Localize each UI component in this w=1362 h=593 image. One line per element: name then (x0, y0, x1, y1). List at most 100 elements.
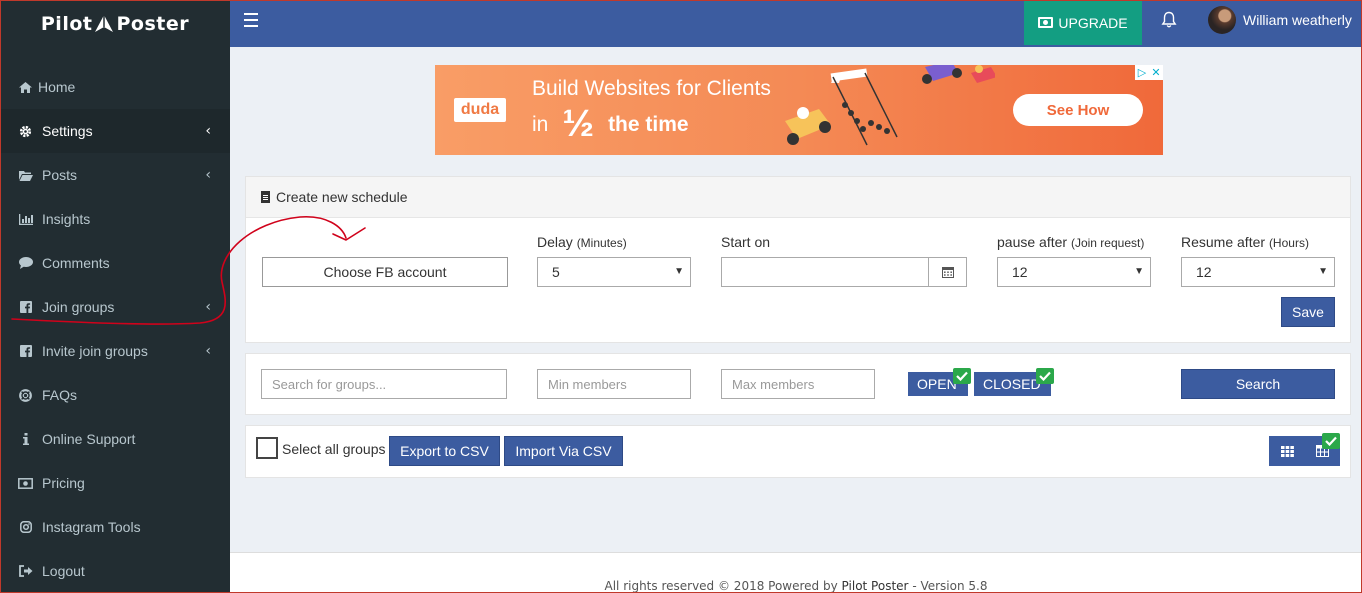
footer-version: - Version 5.8 (912, 579, 988, 593)
go-kart-illustration (785, 65, 995, 146)
search-button[interactable]: Search (1181, 369, 1335, 399)
sidebar-item-label: Logout (42, 563, 85, 579)
sidebar-item-logout[interactable]: Logout (0, 549, 230, 593)
pause-after-select[interactable]: 12 ▼ (997, 257, 1151, 287)
create-schedule-panel: Create new schedule Choose FB account De… (245, 176, 1351, 343)
check-icon (953, 368, 971, 384)
ad-headline: Build Websites for Clients (532, 77, 771, 100)
ad-choices[interactable]: ▷ ✕ (1135, 65, 1163, 80)
sidebar-item-home[interactable]: Home (0, 65, 230, 109)
resume-unit: (Hours) (1268, 236, 1309, 250)
resume-value: 12 (1196, 264, 1212, 280)
sidebar-nav: Home Settings ‹ Posts ‹ Insights Comment… (0, 65, 230, 593)
panel-title: Create new schedule (276, 189, 408, 205)
user-menu[interactable]: William weatherly (1208, 5, 1352, 35)
folder-open-icon (18, 170, 33, 181)
th-grid-icon (1280, 445, 1294, 457)
sidebar-item-pricing[interactable]: Pricing (0, 461, 230, 505)
menu-toggle-icon[interactable] (244, 13, 258, 27)
export-csv-button[interactable]: Export to CSV (389, 436, 500, 466)
ad-close-icon[interactable]: ✕ (1149, 65, 1163, 80)
check-icon (1036, 368, 1054, 384)
resume-after-select[interactable]: 12 ▼ (1181, 257, 1335, 287)
import-csv-button[interactable]: Import Via CSV (504, 436, 623, 466)
start-on-input[interactable] (721, 257, 967, 287)
money-icon (18, 477, 33, 489)
home-icon (18, 81, 33, 93)
delay-value: 5 (552, 264, 560, 280)
delay-label: Delay (Minutes) (537, 234, 627, 250)
facebook-square-icon (18, 345, 33, 357)
sidebar-item-join-groups[interactable]: Join groups ‹ (0, 285, 230, 329)
footer-text: All rights reserved © 2018 Powered by Pi… (230, 579, 1362, 593)
pause-unit: (Join request) (1070, 236, 1145, 250)
sidebar-item-label: Comments (42, 255, 110, 271)
sidebar-item-label: Online Support (42, 431, 136, 447)
check-icon (1322, 433, 1340, 449)
closed-filter-label: CLOSED (983, 376, 1041, 392)
calendar-icon[interactable] (928, 258, 966, 286)
sidebar-item-label: Posts (42, 167, 78, 183)
save-button[interactable]: Save (1281, 297, 1335, 327)
choose-fb-account-button[interactable]: Choose FB account (262, 257, 508, 287)
open-filter-label: OPEN (917, 376, 957, 392)
pause-after-label: pause after (Join request) (997, 234, 1144, 250)
sidebar-item-label: Invite join groups (42, 343, 148, 359)
file-text-icon (261, 191, 270, 203)
upgrade-label: UPGRADE (1058, 14, 1128, 31)
footer-prefix: All rights reserved © 2018 Powered by (604, 579, 838, 593)
sidebar-item-posts[interactable]: Posts ‹ (0, 153, 230, 197)
chevron-left-icon: ‹ (205, 343, 211, 359)
sidebar-item-invite-join-groups[interactable]: Invite join groups ‹ (0, 329, 230, 373)
sidebar-item-label: Home (38, 79, 76, 95)
top-header: UPGRADE William weatherly (230, 0, 1362, 47)
footer-brand-link[interactable]: Pilot Poster (842, 579, 909, 593)
facebook-square-icon (18, 301, 33, 313)
sidebar-item-comments[interactable]: Comments (0, 241, 230, 285)
delay-unit: (Minutes) (576, 236, 627, 250)
sidebar: Pilot Poster Home Settings ‹ Posts ‹ Ins… (0, 0, 230, 593)
search-groups-input[interactable]: Search for groups... (261, 369, 507, 399)
sidebar-item-insights[interactable]: Insights (0, 197, 230, 241)
resume-label-text: Resume after (1181, 234, 1266, 250)
sidebar-item-label: Settings (42, 123, 93, 139)
sidebar-item-label: Insights (42, 211, 91, 227)
brand-logo[interactable]: Pilot Poster (0, 0, 230, 47)
start-on-label: Start on (721, 234, 771, 250)
grid-view-button[interactable] (1269, 436, 1305, 466)
user-name: William weatherly (1243, 12, 1352, 28)
delay-select[interactable]: 5 ▼ (537, 257, 691, 287)
bell-icon[interactable] (1161, 11, 1177, 29)
avatar (1208, 6, 1236, 34)
pause-value: 12 (1012, 264, 1028, 280)
select-all-checkbox[interactable] (256, 437, 278, 459)
ad-subheadline-fraction: ½ (562, 103, 595, 145)
sidebar-item-settings[interactable]: Settings ‹ (0, 109, 230, 153)
instagram-icon (18, 521, 33, 533)
caret-down-icon: ▼ (1318, 266, 1328, 277)
ad-subheadline-prefix: in (532, 112, 549, 136)
sidebar-item-online-support[interactable]: Online Support (0, 417, 230, 461)
chevron-left-icon: ‹ (205, 123, 211, 139)
info-icon (18, 433, 33, 445)
groups-actions-panel: Select all groups Export to CSV Import V… (245, 425, 1351, 478)
upgrade-button[interactable]: UPGRADE (1024, 0, 1142, 45)
sidebar-item-label: Instagram Tools (42, 519, 141, 535)
chevron-left-icon: ‹ (205, 167, 211, 183)
caret-down-icon: ▼ (674, 266, 684, 277)
ad-subheadline-suffix: the time (608, 112, 689, 136)
comment-icon (18, 257, 33, 269)
caret-down-icon: ▼ (1134, 266, 1144, 277)
ad-info-icon[interactable]: ▷ (1135, 65, 1149, 80)
sidebar-item-instagram-tools[interactable]: Instagram Tools (0, 505, 230, 549)
ad-cta-button[interactable]: See How (1013, 94, 1143, 126)
max-members-input[interactable]: Max members (721, 369, 875, 399)
ad-banner[interactable]: duda Build Websites for Clients in ½ the… (435, 65, 1163, 155)
min-members-input[interactable]: Min members (537, 369, 691, 399)
sidebar-item-faqs[interactable]: FAQs (0, 373, 230, 417)
paper-plane-icon (95, 14, 114, 32)
chevron-left-icon: ‹ (205, 299, 211, 315)
sidebar-item-label: Pricing (42, 475, 85, 491)
ad-brand-logo: duda (454, 98, 506, 122)
sidebar-item-label: FAQs (42, 387, 78, 403)
